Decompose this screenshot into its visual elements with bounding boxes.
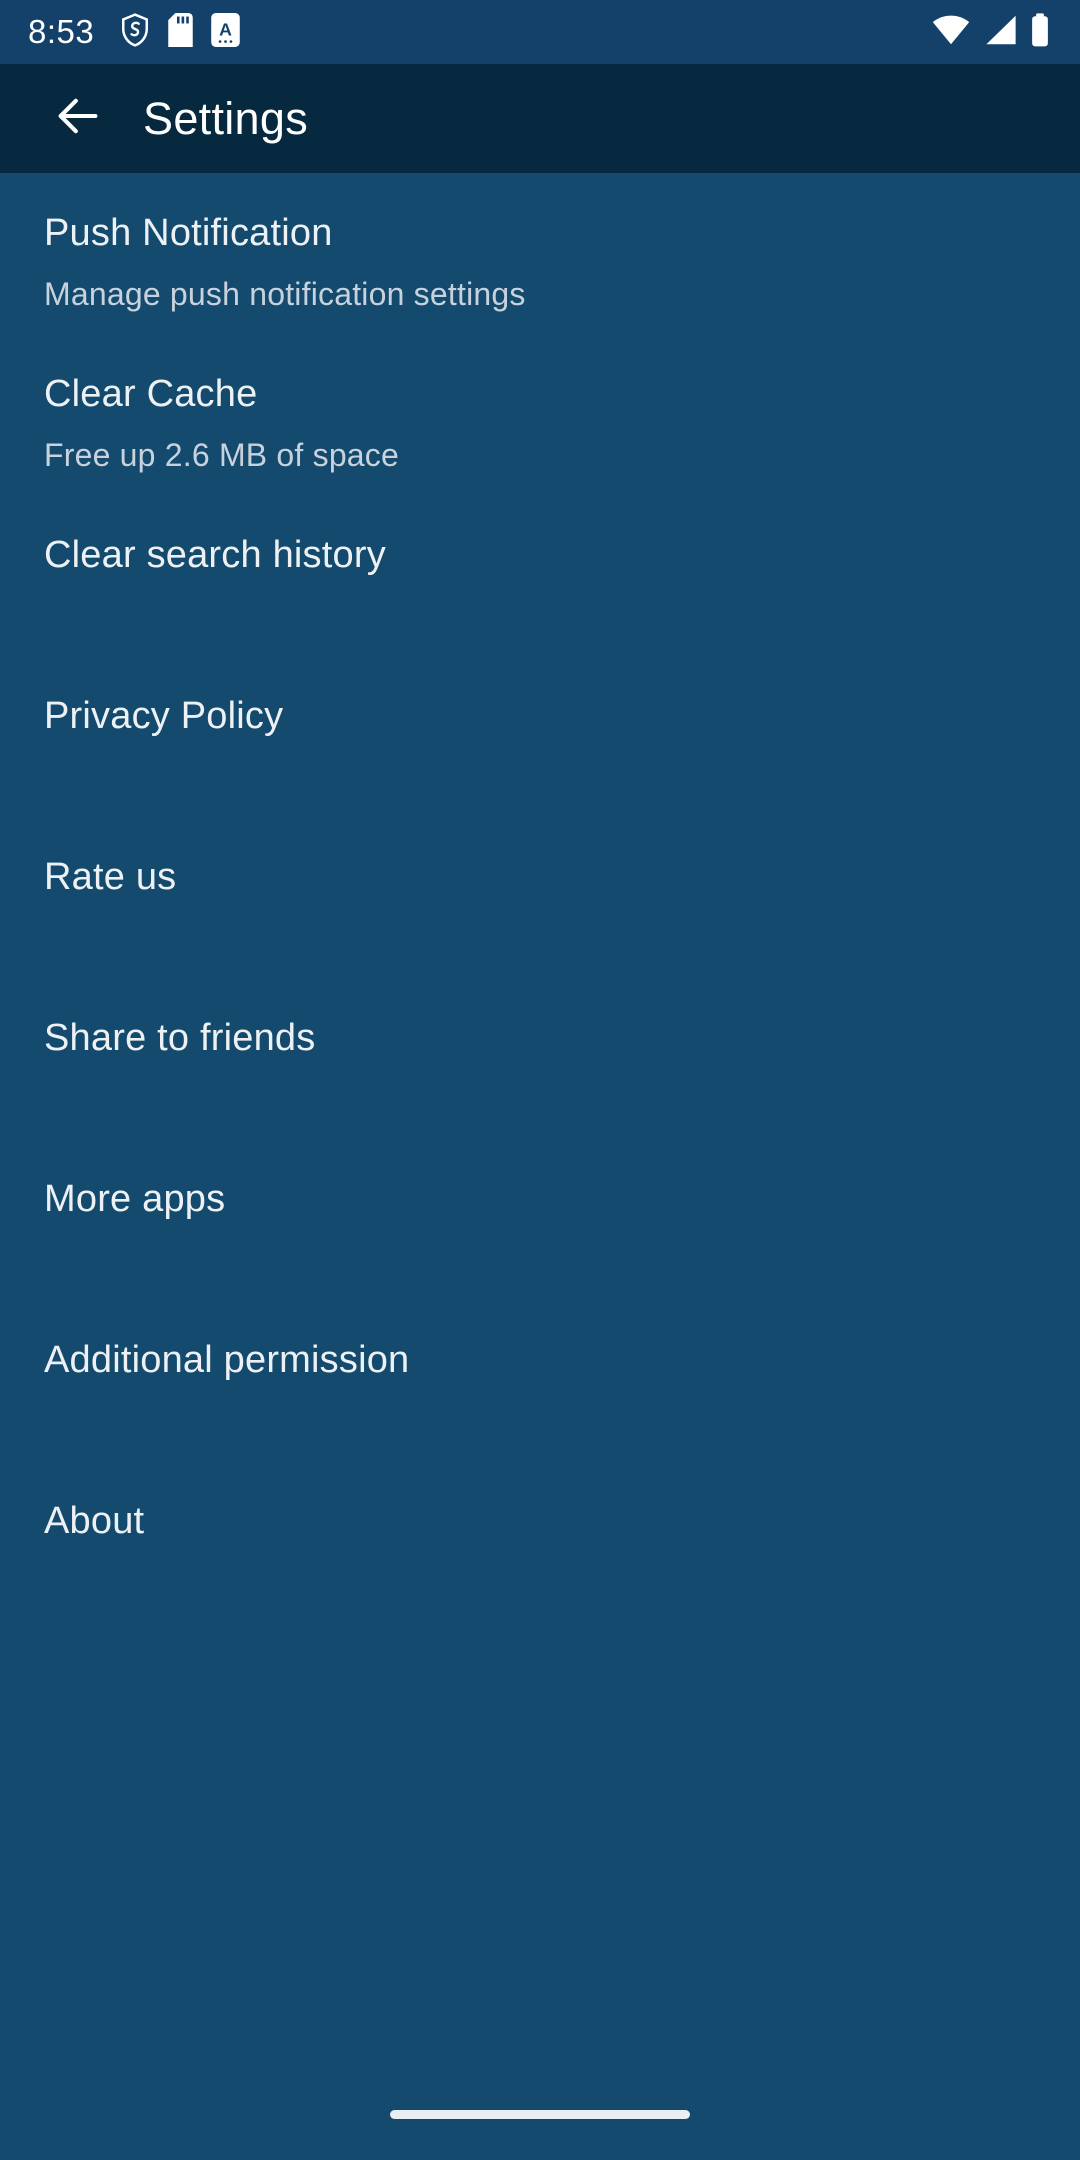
setting-item-title: Privacy Policy	[44, 695, 284, 737]
app-bar: Settings	[0, 64, 1080, 173]
setting-item-clear-cache[interactable]: Clear Cache Free up 2.6 MB of space	[0, 334, 1080, 495]
setting-item-title: Additional permission	[44, 1339, 410, 1381]
setting-item-rate-us[interactable]: Rate us	[0, 817, 1080, 978]
setting-item-title: Push Notification	[44, 212, 333, 254]
setting-item-title: Clear search history	[44, 534, 386, 576]
setting-item-title: Share to friends	[44, 1017, 316, 1059]
setting-item-about[interactable]: About	[0, 1461, 1080, 1622]
setting-item-title: About	[44, 1500, 145, 1542]
setting-item-subtitle: Free up 2.6 MB of space	[44, 437, 400, 473]
setting-item-title: Clear Cache	[44, 373, 258, 415]
setting-item-clear-search-history[interactable]: Clear search history	[0, 495, 1080, 656]
cellular-signal-icon	[983, 15, 1017, 50]
home-gesture-pill[interactable]	[390, 2109, 690, 2119]
status-bar-right-icons	[932, 12, 1050, 52]
system-navigation-bar	[0, 2088, 1080, 2160]
sd-card-icon	[168, 12, 193, 52]
svg-text:A: A	[219, 19, 232, 39]
setting-item-subtitle: Manage push notification settings	[44, 276, 526, 312]
setting-item-privacy-policy[interactable]: Privacy Policy	[0, 656, 1080, 817]
wifi-icon	[932, 15, 970, 50]
status-bar: 8:53 A	[0, 0, 1080, 64]
shield-icon	[120, 12, 150, 52]
setting-item-more-apps[interactable]: More apps	[0, 1139, 1080, 1300]
arrow-left-icon	[52, 90, 104, 147]
status-bar-left-icons: A	[120, 12, 241, 52]
setting-item-title: Rate us	[44, 856, 177, 898]
app-badge-a-icon: A	[211, 12, 241, 52]
settings-screen: 8:53 A Settings Push Notification Manage…	[0, 0, 1080, 2160]
setting-item-share-to-friends[interactable]: Share to friends	[0, 978, 1080, 1139]
settings-list: Push Notification Manage push notificati…	[0, 173, 1080, 1622]
back-button[interactable]	[30, 71, 126, 167]
setting-item-push-notification[interactable]: Push Notification Manage push notificati…	[0, 173, 1080, 334]
status-bar-clock: 8:53	[28, 13, 95, 50]
setting-item-additional-permission[interactable]: Additional permission	[0, 1300, 1080, 1461]
battery-icon	[1030, 12, 1050, 52]
page-title: Settings	[143, 92, 308, 144]
setting-item-title: More apps	[44, 1178, 226, 1220]
